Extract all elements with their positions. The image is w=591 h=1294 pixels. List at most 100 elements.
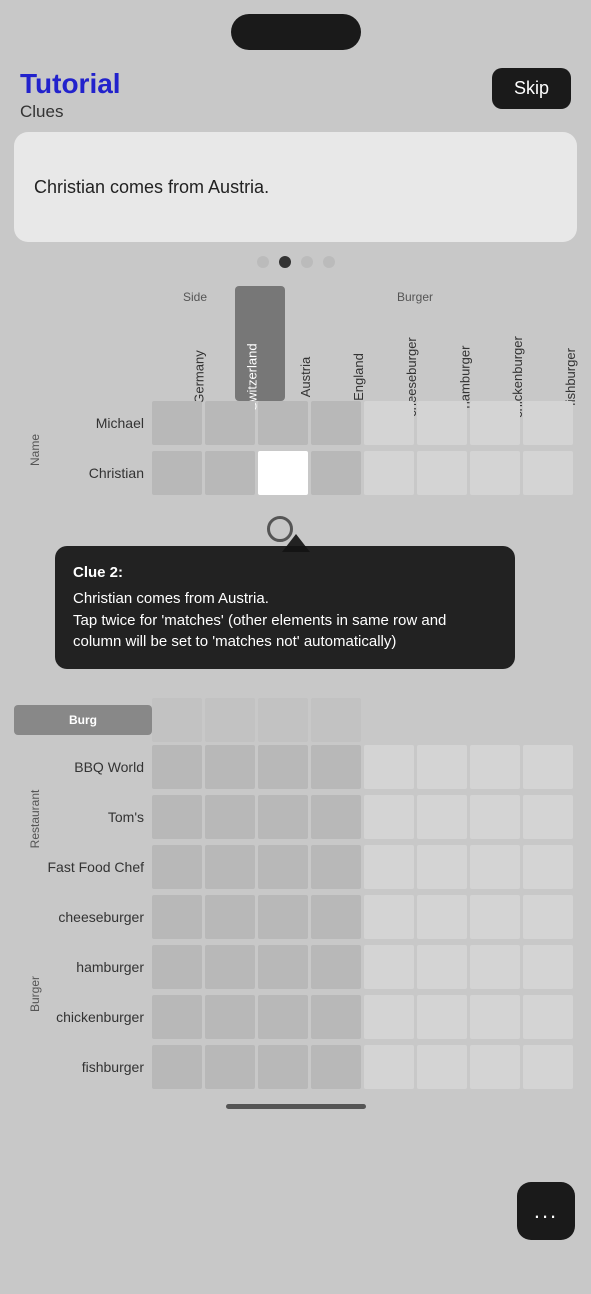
top-pill bbox=[231, 14, 361, 50]
cell-cb-2[interactable] bbox=[205, 895, 255, 939]
clue-popup-line2: Tap twice for 'matches' (other elements … bbox=[73, 610, 497, 654]
cell-michael-switzerland[interactable] bbox=[205, 401, 255, 445]
dot-1[interactable] bbox=[257, 256, 269, 268]
cell-hb-2[interactable] bbox=[205, 945, 255, 989]
cell-bbq-3[interactable] bbox=[258, 745, 308, 789]
burger-section: Burger cheeseburger hamburger bbox=[14, 895, 591, 1092]
burg-section-label: Burg bbox=[14, 705, 152, 735]
row-michael: Michael bbox=[14, 401, 591, 445]
dot-2[interactable] bbox=[279, 256, 291, 268]
cell-christian-fishburger[interactable] bbox=[523, 451, 573, 495]
cell-ckb-3[interactable] bbox=[258, 995, 308, 1039]
cell-christian-england[interactable] bbox=[311, 451, 361, 495]
cell-bbq-2[interactable] bbox=[205, 745, 255, 789]
cell-cb-1[interactable] bbox=[152, 895, 202, 939]
cell-cb-4[interactable] bbox=[311, 895, 361, 939]
name-group-label: Name bbox=[28, 433, 42, 465]
row-label-hamburger: hamburger bbox=[14, 959, 152, 975]
cell-ffc-5[interactable] bbox=[364, 845, 414, 889]
cell-ckb-1[interactable] bbox=[152, 995, 202, 1039]
cell-fb-3[interactable] bbox=[258, 1045, 308, 1089]
cell-christian-chickenburger[interactable] bbox=[470, 451, 520, 495]
cell-ckb-8[interactable] bbox=[523, 995, 573, 1039]
cell-michael-hamburger[interactable] bbox=[417, 401, 467, 445]
cell-cb-6[interactable] bbox=[417, 895, 467, 939]
row-label-bbqworld: BBQ World bbox=[14, 759, 152, 775]
cell-hb-4[interactable] bbox=[311, 945, 361, 989]
cell-fb-2[interactable] bbox=[205, 1045, 255, 1089]
cell-cb-3[interactable] bbox=[258, 895, 308, 939]
cell-bbq-5[interactable] bbox=[364, 745, 414, 789]
cell-cb-7[interactable] bbox=[470, 895, 520, 939]
cell-cb-5[interactable] bbox=[364, 895, 414, 939]
row-michael-cells bbox=[152, 401, 573, 445]
cell-toms-2[interactable] bbox=[205, 795, 255, 839]
cell-toms-3[interactable] bbox=[258, 795, 308, 839]
cell-toms-5[interactable] bbox=[364, 795, 414, 839]
cell-bbq-6[interactable] bbox=[417, 745, 467, 789]
cell-michael-cheeseburger[interactable] bbox=[364, 401, 414, 445]
cell-christian-germany[interactable] bbox=[152, 451, 202, 495]
restaurant-group-label: Restaurant bbox=[28, 789, 42, 848]
cell-michael-germany[interactable] bbox=[152, 401, 202, 445]
cell-michael-england[interactable] bbox=[311, 401, 361, 445]
cell-hb-7[interactable] bbox=[470, 945, 520, 989]
cell-ffc-4[interactable] bbox=[311, 845, 361, 889]
fab-button[interactable]: ... bbox=[517, 1182, 575, 1240]
skip-button[interactable]: Skip bbox=[492, 68, 571, 109]
cell-ckb-4[interactable] bbox=[311, 995, 361, 1039]
arrow-up-indicator bbox=[282, 534, 310, 552]
cell-ffc-1[interactable] bbox=[152, 845, 202, 889]
cell-michael-fishburger[interactable] bbox=[523, 401, 573, 445]
col-header-chickenburger: chickenburger bbox=[500, 286, 550, 401]
cell-cb-8[interactable] bbox=[523, 895, 573, 939]
header: Tutorial Clues Skip bbox=[0, 60, 591, 132]
cell-ffc-2[interactable] bbox=[205, 845, 255, 889]
cell-ffc-3[interactable] bbox=[258, 845, 308, 889]
cell-ckb-7[interactable] bbox=[470, 995, 520, 1039]
cell-christian-hamburger[interactable] bbox=[417, 451, 467, 495]
cell-ffc-6[interactable] bbox=[417, 845, 467, 889]
cell-fb-7[interactable] bbox=[470, 1045, 520, 1089]
cell-toms-1[interactable] bbox=[152, 795, 202, 839]
cell-toms-6[interactable] bbox=[417, 795, 467, 839]
cell-fb-8[interactable] bbox=[523, 1045, 573, 1089]
cell-ckb-5[interactable] bbox=[364, 995, 414, 1039]
cell-toms-8[interactable] bbox=[523, 795, 573, 839]
dot-3[interactable] bbox=[301, 256, 313, 268]
cell-fb-6[interactable] bbox=[417, 1045, 467, 1089]
cell-hb-3[interactable] bbox=[258, 945, 308, 989]
cell-christian-switzerland[interactable] bbox=[205, 451, 255, 495]
row-christian: Christian bbox=[14, 451, 591, 495]
burg-cell-4 bbox=[311, 698, 361, 742]
row-cheeseburger: cheeseburger bbox=[14, 895, 591, 939]
cell-ckb-6[interactable] bbox=[417, 995, 467, 1039]
row-label-fishburger: fishburger bbox=[14, 1059, 152, 1075]
burg-cell-2 bbox=[205, 698, 255, 742]
cell-hb-6[interactable] bbox=[417, 945, 467, 989]
puzzle-grid-wrapper: Side Burger Germany Switzerland Austria … bbox=[0, 286, 591, 1092]
burg-cell-3 bbox=[258, 698, 308, 742]
cell-fb-5[interactable] bbox=[364, 1045, 414, 1089]
clue-card: Christian comes from Austria. bbox=[14, 132, 577, 242]
cell-fb-1[interactable] bbox=[152, 1045, 202, 1089]
cell-michael-chickenburger[interactable] bbox=[470, 401, 520, 445]
cell-fb-4[interactable] bbox=[311, 1045, 361, 1089]
cell-christian-austria[interactable] bbox=[258, 451, 308, 495]
cell-bbq-7[interactable] bbox=[470, 745, 520, 789]
cell-bbq-1[interactable] bbox=[152, 745, 202, 789]
cell-bbq-8[interactable] bbox=[523, 745, 573, 789]
cell-bbq-4[interactable] bbox=[311, 745, 361, 789]
cell-hb-1[interactable] bbox=[152, 945, 202, 989]
cell-ffc-7[interactable] bbox=[470, 845, 520, 889]
cell-christian-cheeseburger[interactable] bbox=[364, 451, 414, 495]
cell-ffc-8[interactable] bbox=[523, 845, 573, 889]
cell-toms-4[interactable] bbox=[311, 795, 361, 839]
burg-empty-1 bbox=[364, 698, 414, 728]
cell-hb-5[interactable] bbox=[364, 945, 414, 989]
cell-ckb-2[interactable] bbox=[205, 995, 255, 1039]
cell-toms-7[interactable] bbox=[470, 795, 520, 839]
dot-4[interactable] bbox=[323, 256, 335, 268]
cell-michael-austria[interactable] bbox=[258, 401, 308, 445]
cell-hb-8[interactable] bbox=[523, 945, 573, 989]
